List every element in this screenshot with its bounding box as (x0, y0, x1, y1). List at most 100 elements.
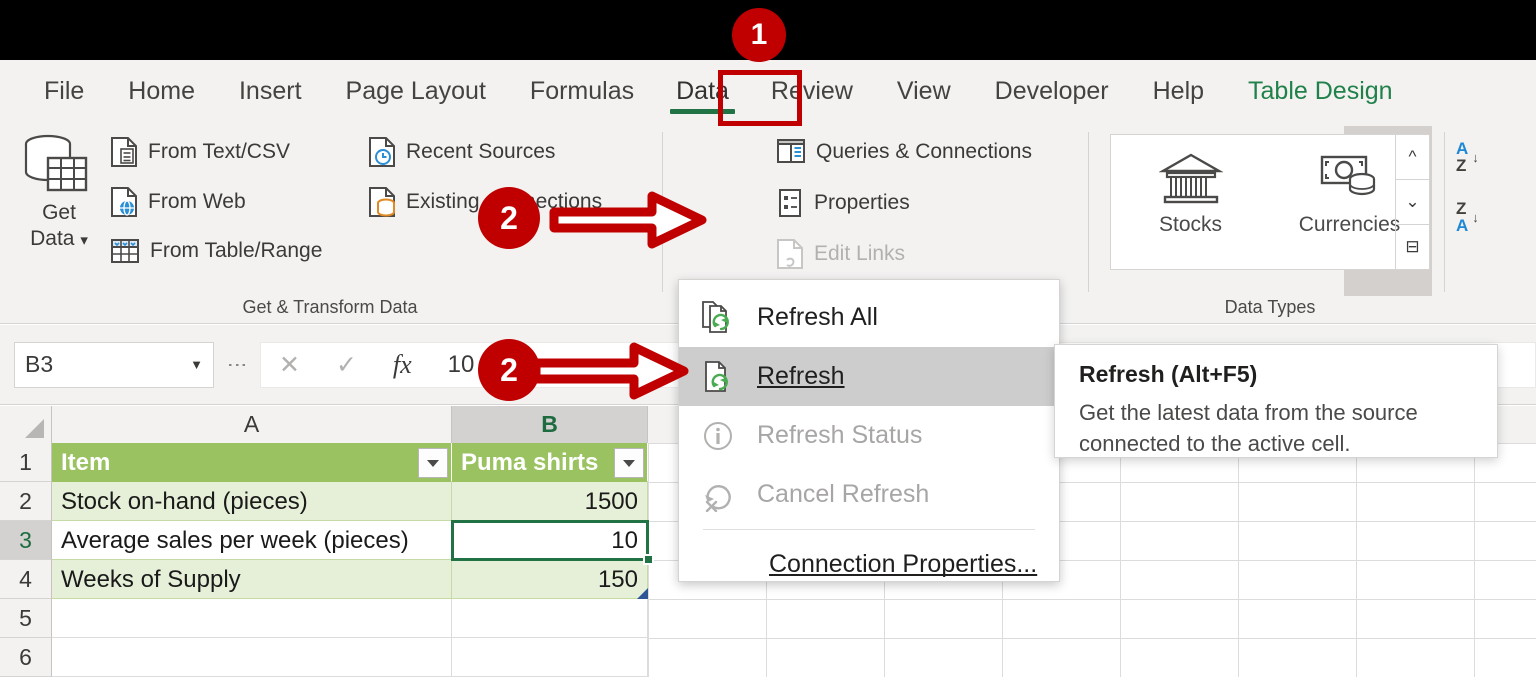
menu-item-refresh-all[interactable]: Refresh All (679, 288, 1059, 347)
scroll-up-icon[interactable]: ^ (1396, 135, 1429, 180)
annotation-badge-1-label: 1 (751, 18, 768, 52)
filter-button-a1[interactable] (418, 448, 448, 478)
column-header-b[interactable]: B (452, 406, 648, 443)
menu-item-connection-properties-label: Connection Properties... (769, 550, 1037, 579)
cell-a1[interactable]: Item (52, 443, 452, 482)
existing-connections-icon (368, 186, 396, 218)
table-resize-handle[interactable] (637, 588, 648, 599)
row-header-5[interactable]: 5 (0, 599, 52, 638)
fill-handle[interactable] (643, 554, 654, 565)
row-header-1[interactable]: 1 (0, 443, 52, 482)
sort-ascending-button[interactable]: AZ ↓ (1456, 140, 1526, 174)
cell-b4-value: 150 (598, 566, 638, 593)
stocks-button[interactable]: Stocks (1111, 135, 1270, 269)
data-types-scrollbar[interactable]: ^ ⌄ ⊟ (1395, 135, 1429, 269)
tab-view[interactable]: View (875, 60, 973, 122)
get-data-button[interactable]: Get Data ▾ (18, 132, 100, 254)
tooltip-title: Refresh (Alt+F5) (1079, 361, 1473, 388)
filter-dropdown-icon (427, 460, 439, 467)
info-icon (701, 419, 735, 453)
properties-button[interactable]: Properties (776, 188, 910, 218)
annotation-arrow-refresh-menu (530, 342, 690, 400)
menu-item-refresh-status-label: Refresh Status (757, 421, 922, 450)
file-text-csv-icon (110, 136, 138, 168)
formula-bar-grip[interactable]: ⋮ (232, 355, 242, 375)
from-web-label: From Web (148, 190, 246, 214)
annotation-badge-2-ribbon: 2 (478, 187, 540, 249)
cell-a5[interactable] (52, 599, 452, 638)
from-table-range-button[interactable]: From Table/Range (110, 236, 322, 266)
ribbon-group-sort-filter: AZ ↓ ZA ↓ (1456, 140, 1526, 260)
group-divider-3 (1444, 132, 1445, 292)
from-web-button[interactable]: From Web (110, 186, 246, 218)
more-icon[interactable]: ⊟ (1396, 225, 1429, 269)
group-divider-2 (1088, 132, 1089, 292)
bank-icon (1159, 151, 1223, 207)
select-all-corner[interactable] (0, 406, 52, 443)
tab-insert-label: Insert (239, 77, 302, 105)
row-header-5-label: 5 (19, 605, 32, 631)
ribbon-group-data-types: Stocks Currencies (1092, 122, 1440, 324)
cell-b3-value: 10 (611, 527, 638, 554)
sort-descending-button[interactable]: ZA ↓ (1456, 200, 1526, 234)
tab-help-label: Help (1153, 77, 1204, 105)
menu-item-cancel-refresh-label: Cancel Refresh (757, 480, 929, 509)
tab-help[interactable]: Help (1131, 60, 1226, 122)
tab-table-design[interactable]: Table Design (1226, 60, 1415, 122)
menu-item-refresh[interactable]: Refresh (679, 347, 1059, 406)
cell-a3[interactable]: Average sales per week (pieces) (52, 521, 452, 560)
from-text-csv-label: From Text/CSV (148, 140, 290, 164)
sort-za-icon: ZA (1456, 200, 1468, 234)
row-header-6[interactable]: 6 (0, 638, 52, 677)
menu-item-connection-properties[interactable]: Connection Properties... (679, 535, 1059, 594)
menu-item-refresh-status: Refresh Status (679, 406, 1059, 465)
recent-sources-icon (368, 136, 396, 168)
scroll-down-icon[interactable]: ⌄ (1396, 180, 1429, 225)
row-header-3[interactable]: 3 (0, 521, 52, 560)
recent-sources-button[interactable]: Recent Sources (368, 136, 555, 168)
cell-b4[interactable]: 150 (452, 560, 648, 599)
tab-home-label: Home (128, 77, 195, 105)
tab-insert[interactable]: Insert (217, 60, 324, 122)
queries-connections-button[interactable]: Queries & Connections (776, 138, 1032, 166)
column-header-b-label: B (541, 411, 558, 437)
row-header-2[interactable]: 2 (0, 482, 52, 521)
cell-b2[interactable]: 1500 (452, 482, 648, 521)
sort-az-arrow-icon: ↓ (1472, 150, 1479, 165)
select-all-triangle-icon (25, 419, 44, 438)
annotation-badge-2-formula-label: 2 (500, 352, 518, 389)
refresh-all-icon (701, 300, 735, 336)
get-data-label-line1: Get (18, 200, 100, 226)
sort-za-arrow-icon: ↓ (1472, 210, 1479, 225)
chevron-down-icon[interactable]: ▼ (190, 357, 203, 372)
fx-icon[interactable]: fx (393, 350, 412, 380)
annotation-badge-2-ribbon-label: 2 (500, 200, 518, 237)
tab-formulas[interactable]: Formulas (508, 60, 656, 122)
name-box[interactable]: B3 ▼ (14, 342, 214, 388)
tab-page-layout[interactable]: Page Layout (324, 60, 508, 122)
cell-a2[interactable]: Stock on-hand (pieces) (52, 482, 452, 521)
row-header-4[interactable]: 4 (0, 560, 52, 599)
menu-item-cancel-refresh: Cancel Refresh (679, 465, 1059, 524)
from-text-csv-button[interactable]: From Text/CSV (110, 136, 290, 168)
get-data-icon (18, 132, 90, 200)
filter-button-b1[interactable] (614, 448, 644, 478)
currency-icon (1318, 151, 1382, 207)
tab-file[interactable]: File (22, 60, 106, 122)
cell-b3[interactable]: 10 (452, 521, 648, 560)
cancel-icon[interactable]: ✕ (279, 350, 300, 380)
cell-b6[interactable] (452, 638, 648, 677)
annotation-highlight-data-tab (718, 70, 802, 126)
tab-home[interactable]: Home (106, 60, 217, 122)
tab-view-label: View (897, 77, 951, 105)
queries-connections-label: Queries & Connections (816, 140, 1032, 164)
cell-a6[interactable] (52, 638, 452, 677)
tab-formulas-label: Formulas (530, 77, 634, 105)
refresh-tooltip: Refresh (Alt+F5) Get the latest data fro… (1054, 344, 1498, 458)
column-header-a[interactable]: A (52, 406, 452, 443)
tab-developer[interactable]: Developer (973, 60, 1131, 122)
enter-icon[interactable]: ✓ (336, 350, 357, 380)
row-header-6-label: 6 (19, 644, 32, 670)
cell-a4[interactable]: Weeks of Supply (52, 560, 452, 599)
cell-b5[interactable] (452, 599, 648, 638)
